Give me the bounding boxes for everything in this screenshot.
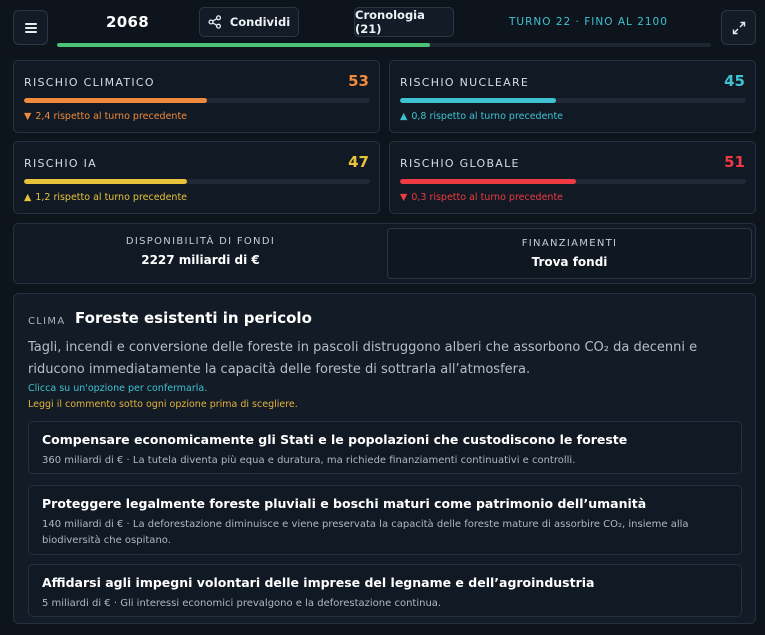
delta-up-icon: ▲ [24,192,32,203]
risk-card-climate: RISCHIO CLIMATICO 53 ▼ 2,4 rispetto al t… [13,60,380,133]
risk-card-nuclear: RISCHIO NUCLEARE 45 ▲ 0,8 rispetto al tu… [389,60,756,133]
option-title: Affidarsi agli impegni volontari delle i… [42,575,595,590]
find-funds-label: Trova fondi [531,255,608,269]
risk-delta-text: 1,2 rispetto al turno precedente [35,192,188,203]
share-button[interactable]: Condividi [199,7,299,37]
delta-down-icon: ▼ [400,192,408,203]
risk-bar [400,179,746,184]
top-bar: 2068 Condividi Cronologia (21) TURNO 22 … [0,0,765,56]
risk-bar [400,98,746,103]
hint-read: Leggi il commento sotto ogni opzione pri… [28,399,298,410]
option-description: 140 miliardi di € · La deforestazione di… [42,519,689,546]
risk-delta: ▲ 1,2 rispetto al turno precedente [24,192,187,203]
current-year: 2068 [106,13,149,31]
risk-delta-text: 0,3 rispetto al turno precedente [411,192,564,203]
option-protect[interactable]: Proteggere legalmente foreste pluviali e… [28,485,742,555]
delta-down-icon: ▼ [24,111,32,122]
share-icon [208,15,221,29]
risk-bar [24,98,370,103]
menu-icon [24,22,37,33]
risk-value: 51 [724,153,745,171]
option-title: Proteggere legalmente foreste pluviali e… [42,496,647,511]
risk-label: RISCHIO GLOBALE [400,157,520,170]
find-funds-button[interactable]: FINANZIAMENTI Trova fondi [387,228,752,279]
risk-delta: ▲ 0,8 rispetto al turno precedente [400,111,563,122]
risk-card-ai: RISCHIO IA 47 ▲ 1,2 rispetto al turno pr… [13,141,380,214]
option-description: 5 miliardi di € · Gli interessi economic… [42,598,442,609]
risk-value: 45 [724,72,745,90]
risk-label: RISCHIO NUCLEARE [400,76,530,89]
event-panel: CLIMA Foreste esistenti in pericolo Tagl… [13,293,756,624]
risk-bar-fill [400,179,577,184]
risk-card-global: RISCHIO GLOBALE 51 ▼ 0,3 rispetto al tur… [389,141,756,214]
financing-label: FINANZIAMENTI [521,238,618,249]
option-compensate[interactable]: Compensare economicamente gli Stati e le… [28,421,742,474]
fullscreen-button[interactable] [721,10,756,45]
event-description: Tagli, incendi e conversione delle fores… [28,340,698,377]
risk-bar-fill [24,179,187,184]
event-title: Foreste esistenti in pericolo [75,309,312,327]
risk-delta: ▼ 2,4 rispetto al turno precedente [24,111,187,122]
expand-icon [732,21,745,34]
option-title: Compensare economicamente gli Stati e le… [42,432,628,447]
risk-bar-fill [400,98,556,103]
risk-delta-text: 0,8 rispetto al turno precedente [411,111,564,122]
funds-label: DISPONIBILITÀ DI FONDI [125,236,276,247]
turn-progress-fill [57,43,430,47]
event-category: CLIMA [28,316,66,327]
menu-button[interactable] [13,10,48,45]
hint-click: Clicca su un'opzione per confermarla. [28,383,208,394]
share-label: Condividi [229,15,291,29]
risk-label: RISCHIO IA [24,157,97,170]
risk-delta: ▼ 0,3 rispetto al turno precedente [400,192,563,203]
risk-delta-text: 2,4 rispetto al turno precedente [35,111,188,122]
option-description: 360 miliardi di € · La tutela diventa pi… [42,455,576,466]
funds-panel: DISPONIBILITÀ DI FONDI 2227 miliardi di … [13,223,756,284]
risk-bar-fill [24,98,208,103]
option-voluntary[interactable]: Affidarsi agli impegni volontari delle i… [28,564,742,617]
turn-indicator: TURNO 22 · FINO AL 2100 [509,16,668,28]
history-button[interactable]: Cronologia (21) [354,7,454,37]
funds-availability: DISPONIBILITÀ DI FONDI 2227 miliardi di … [14,224,387,283]
risk-value: 47 [348,153,369,171]
turn-progress-bar [57,43,711,47]
delta-up-icon: ▲ [400,111,408,122]
history-label: Cronologia (21) [355,8,425,36]
risk-bar [24,179,370,184]
risk-value: 53 [348,72,369,90]
risk-label: RISCHIO CLIMATICO [24,76,155,89]
funds-value: 2227 miliardi di € [141,253,260,267]
